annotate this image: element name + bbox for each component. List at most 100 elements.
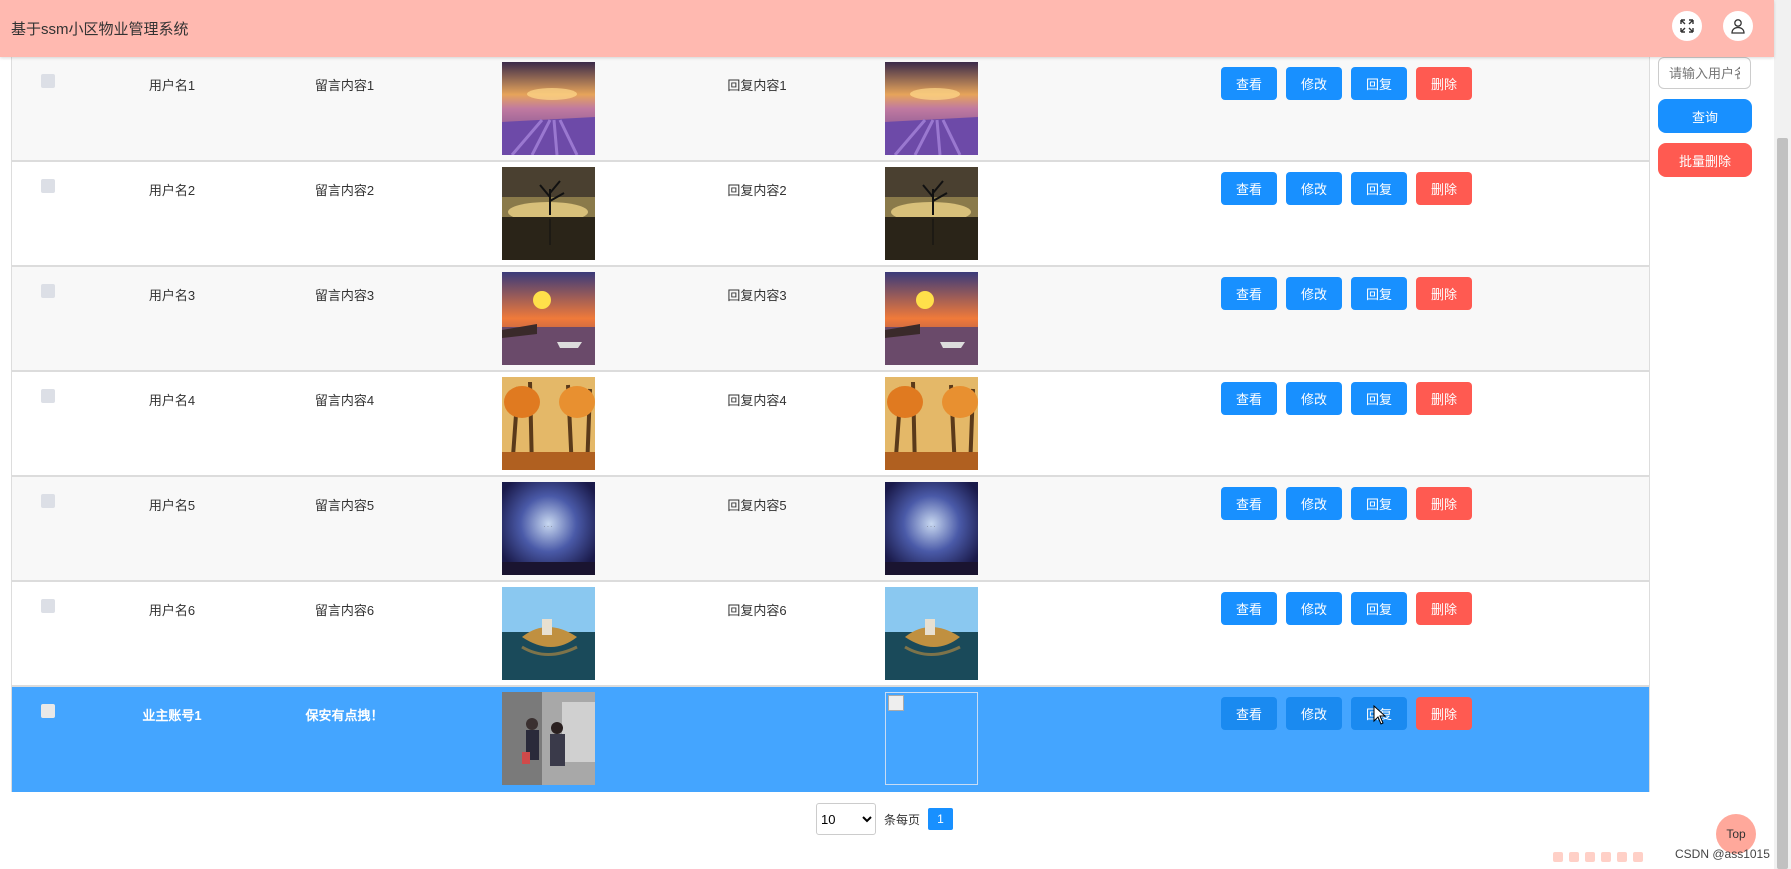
reply-cell: 回复内容2 [727, 183, 787, 198]
view-button[interactable]: 查看 [1221, 172, 1277, 205]
reply-button[interactable]: 回复 [1351, 277, 1407, 310]
row-checkbox[interactable] [41, 599, 55, 613]
view-button[interactable]: 查看 [1221, 487, 1277, 520]
reply-button[interactable]: 回复 [1351, 592, 1407, 625]
thumbnail-image [885, 587, 978, 680]
message-cell: 留言内容5 [314, 498, 375, 513]
thumbnail-image [502, 272, 595, 365]
edit-button[interactable]: 修改 [1286, 697, 1342, 730]
query-button[interactable]: 查询 [1658, 99, 1752, 133]
reply-button[interactable]: 回复 [1351, 67, 1407, 100]
thumbnail-image [502, 167, 595, 260]
message-cell: 留言内容6 [314, 603, 375, 618]
message-cell: 留言内容1 [314, 78, 375, 93]
thumbnail-image [885, 377, 978, 470]
app-title: 基于ssm小区物业管理系统 [11, 21, 189, 38]
table-row[interactable]: 用户名4 留言内容4 回复内容4 查看 修改 回复 删除 [12, 372, 1649, 477]
delete-button[interactable]: 删除 [1416, 487, 1472, 520]
view-button[interactable]: 查看 [1221, 592, 1277, 625]
reply-cell: 回复内容1 [727, 78, 787, 93]
table-row[interactable]: 用户名3 留言内容3 回复内容3 查看 修改 回复 删除 [12, 267, 1649, 372]
search-input[interactable] [1658, 57, 1751, 89]
thumbnail-image: · · · [885, 482, 978, 575]
svg-text:· · ·: · · · [543, 524, 552, 530]
thumbnail-image [502, 692, 595, 785]
thumbnail-image [502, 587, 595, 680]
per-page-label: 条每页 [884, 812, 921, 827]
edit-button[interactable]: 修改 [1286, 592, 1342, 625]
reply-button[interactable]: 回复 [1351, 172, 1407, 205]
ime-toolbar [1553, 849, 1668, 865]
scrollbar-thumb[interactable] [1777, 138, 1788, 869]
user-icon [1731, 19, 1745, 34]
message-cell: 保安有点拽！ [305, 708, 384, 723]
user-profile-button[interactable] [1723, 11, 1753, 41]
delete-button[interactable]: 删除 [1416, 277, 1472, 310]
thumbnail-image: · · · [502, 482, 595, 575]
username-cell: 业主账号1 [142, 708, 202, 723]
row-actions: 查看 修改 回复 删除 [1221, 697, 1472, 730]
message-cell: 留言内容2 [314, 183, 375, 198]
row-actions: 查看 修改 回复 删除 [1221, 487, 1472, 520]
row-checkbox[interactable] [41, 284, 55, 298]
delete-button[interactable]: 删除 [1416, 382, 1472, 415]
watermark: CSDN @ass1015 [1675, 847, 1770, 861]
username-cell: 用户名2 [148, 183, 196, 198]
batch-delete-button[interactable]: 批量删除 [1658, 143, 1752, 177]
table-row[interactable]: 业主账号1 保安有点拽！ 查看 修改 回复 删除 [12, 687, 1649, 792]
vertical-scrollbar[interactable] [1774, 0, 1791, 869]
view-button[interactable]: 查看 [1221, 277, 1277, 310]
reply-cell: 回复内容5 [727, 498, 787, 513]
username-cell: 用户名3 [148, 288, 196, 303]
edit-button[interactable]: 修改 [1286, 277, 1342, 310]
thumbnail-image [885, 167, 978, 260]
fullscreen-icon [1680, 19, 1694, 33]
delete-button[interactable]: 删除 [1416, 697, 1472, 730]
pagination: 10 条每页 1 [816, 803, 954, 835]
username-cell: 用户名1 [148, 78, 196, 93]
reply-button[interactable]: 回复 [1351, 487, 1407, 520]
edit-button[interactable]: 修改 [1286, 487, 1342, 520]
table-row[interactable]: 用户名2 留言内容2 回复内容2 查看 修改 回复 删除 [12, 162, 1649, 267]
edit-button[interactable]: 修改 [1286, 172, 1342, 205]
username-cell: 用户名6 [148, 603, 196, 618]
table-row[interactable]: 用户名1 留言内容1 回复内容1 查看 修改 回复 删除 [12, 57, 1649, 162]
view-button[interactable]: 查看 [1221, 697, 1277, 730]
reply-button[interactable]: 回复 [1351, 382, 1407, 415]
thumbnail-image [502, 62, 595, 155]
broken-image [885, 692, 978, 785]
thumbnail-image [885, 272, 978, 365]
page-size-select[interactable]: 10 [816, 803, 876, 835]
fullscreen-button[interactable] [1672, 11, 1702, 41]
row-checkbox[interactable] [41, 74, 55, 88]
delete-button[interactable]: 删除 [1416, 592, 1472, 625]
delete-button[interactable]: 删除 [1416, 172, 1472, 205]
top-header: 基于ssm小区物业管理系统 [0, 0, 1774, 57]
row-checkbox[interactable] [41, 389, 55, 403]
reply-cell: 回复内容3 [727, 288, 787, 303]
view-button[interactable]: 查看 [1221, 67, 1277, 100]
row-actions: 查看 修改 回复 删除 [1221, 67, 1472, 100]
message-cell: 留言内容4 [314, 393, 375, 408]
page-number-button[interactable]: 1 [928, 808, 954, 830]
row-actions: 查看 修改 回复 删除 [1221, 172, 1472, 205]
reply-cell: 回复内容4 [727, 393, 787, 408]
mouse-cursor-icon [1373, 705, 1387, 725]
thumbnail-image [885, 62, 978, 155]
row-checkbox[interactable] [41, 704, 55, 718]
edit-button[interactable]: 修改 [1286, 67, 1342, 100]
message-table: 用户名1 留言内容1 回复内容1 查看 修改 回复 删除 用户名2 留言内容2 … [11, 57, 1650, 792]
thumbnail-image [502, 377, 595, 470]
table-row[interactable]: 用户名5 留言内容5 · · · 回复内容5 · · · 查看 修改 回复 删除 [12, 477, 1649, 582]
delete-button[interactable]: 删除 [1416, 67, 1472, 100]
message-cell: 留言内容3 [314, 288, 375, 303]
row-checkbox[interactable] [41, 494, 55, 508]
reply-cell: 回复内容6 [727, 603, 787, 618]
row-actions: 查看 修改 回复 删除 [1221, 592, 1472, 625]
table-row[interactable]: 用户名6 留言内容6 回复内容6 查看 修改 回复 删除 [12, 582, 1649, 687]
row-actions: 查看 修改 回复 删除 [1221, 277, 1472, 310]
edit-button[interactable]: 修改 [1286, 382, 1342, 415]
view-button[interactable]: 查看 [1221, 382, 1277, 415]
row-actions: 查看 修改 回复 删除 [1221, 382, 1472, 415]
row-checkbox[interactable] [41, 179, 55, 193]
